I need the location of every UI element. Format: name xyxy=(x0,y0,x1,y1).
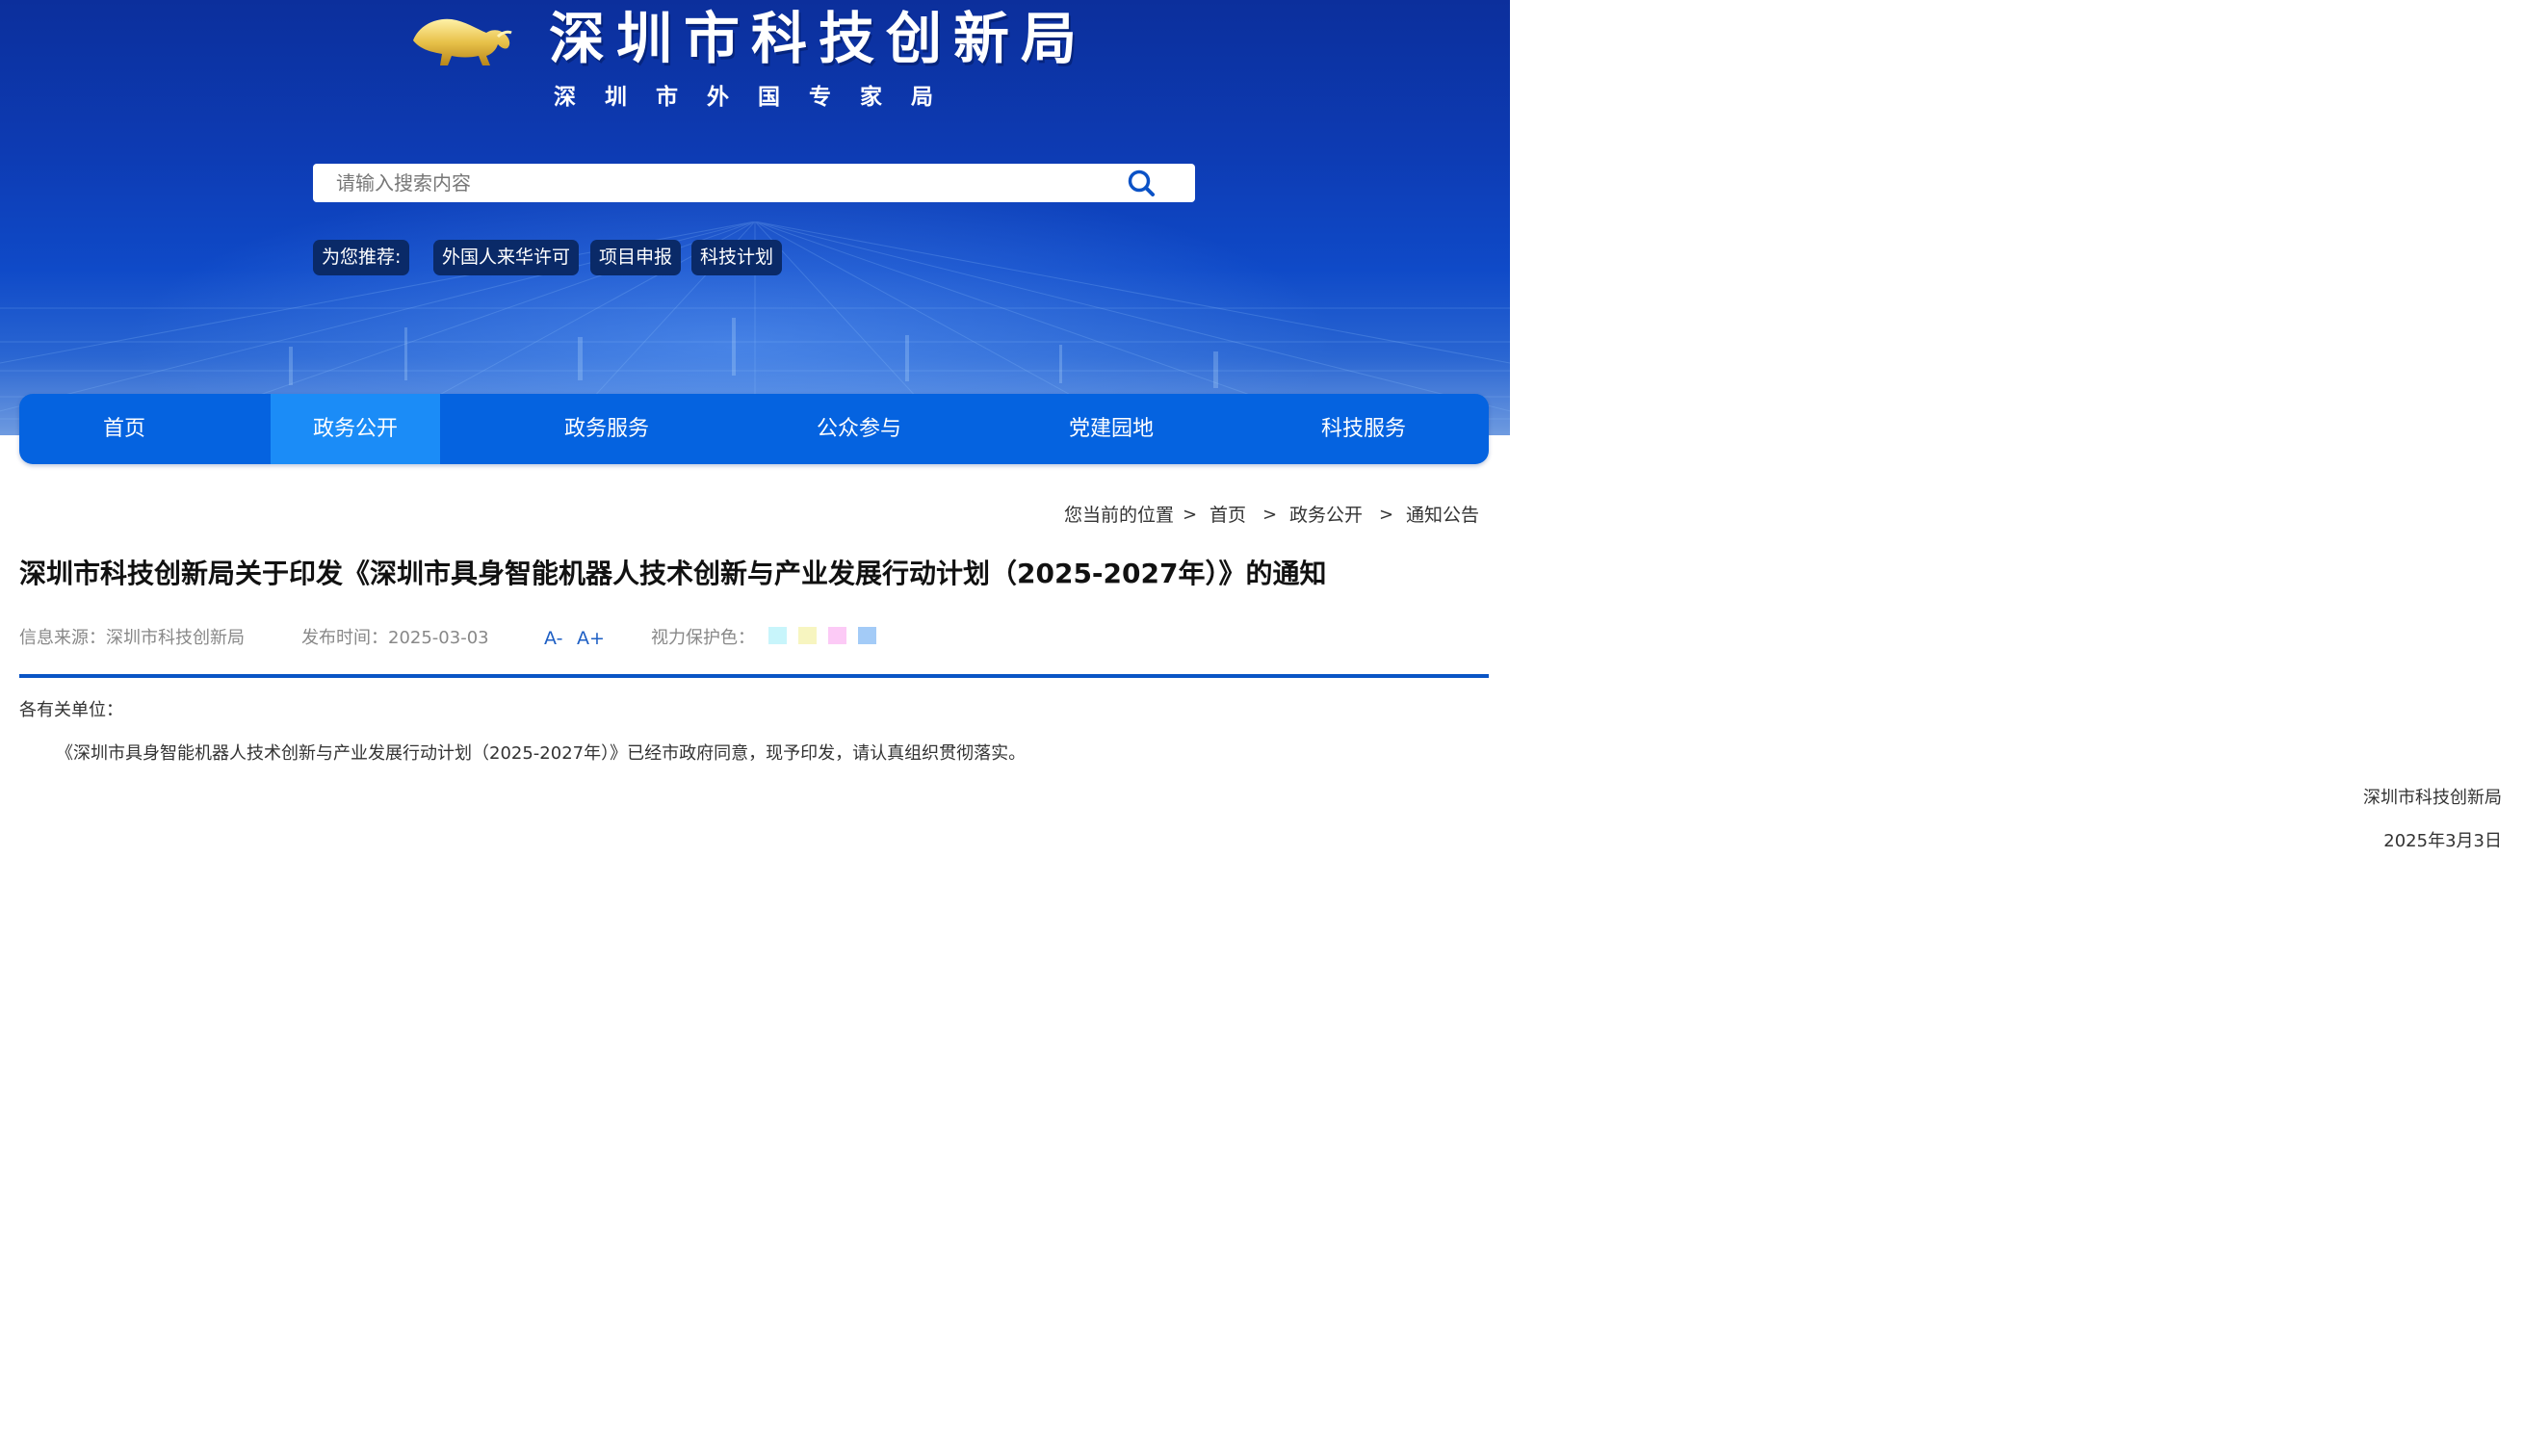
nav-item-public-participation[interactable]: 公众参与 xyxy=(734,394,984,464)
recommend-link-project-application[interactable]: 项目申报 xyxy=(590,240,682,275)
header-banner: 深圳市科技创新局 深圳市外国专家局 为您推荐: 外国人来华许可 项目申报 科技计… xyxy=(0,0,1510,435)
nav-item-party-building[interactable]: 党建园地 xyxy=(986,394,1236,464)
nav-item-tech-services[interactable]: 科技服务 xyxy=(1238,394,1489,464)
eye-care-swatch-blue[interactable] xyxy=(858,627,876,644)
eye-care-swatch-pink[interactable] xyxy=(828,627,846,644)
font-increase-button[interactable]: A+ xyxy=(577,624,605,653)
search-input[interactable] xyxy=(313,164,1122,202)
recommend-link-tech-plan[interactable]: 科技计划 xyxy=(691,240,783,275)
title-divider xyxy=(19,674,1489,678)
recommend-label: 为您推荐: xyxy=(313,240,410,275)
article-title: 深圳市科技创新局关于印发《深圳市具身智能机器人技术创新与产业发展行动计划（202… xyxy=(19,558,1327,589)
eye-care-swatch-cyan[interactable] xyxy=(768,627,787,644)
info-source: 信息来源：深圳市科技创新局 xyxy=(19,628,245,648)
breadcrumb-home[interactable]: 首页 xyxy=(1209,501,1246,530)
breadcrumb-prefix: 您当前的位置 xyxy=(1064,505,1175,526)
nav-item-home[interactable]: 首页 xyxy=(19,394,229,464)
nav-item-government-affairs[interactable]: 政务公开 xyxy=(271,394,440,464)
article-paragraph: 《深圳市具身智能机器人技术创新与产业发展行动计划（2025-2027年）》已经市… xyxy=(56,743,1027,764)
article-signature: 深圳市科技创新局 xyxy=(2363,788,2502,808)
search-icon[interactable] xyxy=(1125,168,1157,198)
main-nav: 首页 政务公开 政务服务 公众参与 党建园地 科技服务 xyxy=(19,394,1489,464)
search-box xyxy=(313,164,1195,202)
article-salutation: 各有关单位： xyxy=(19,700,123,720)
breadcrumb-government-affairs[interactable]: 政务公开 xyxy=(1289,501,1363,530)
eye-care-label: 视力保护色： xyxy=(651,628,755,648)
golden-bull-logo xyxy=(413,18,512,66)
breadcrumb-notices[interactable]: 通知公告 xyxy=(1406,501,1479,530)
font-decrease-button[interactable]: A- xyxy=(544,624,562,653)
article-date: 2025年3月3日 xyxy=(2383,831,2502,851)
nav-item-government-services[interactable]: 政务服务 xyxy=(481,394,732,464)
site-subtitle: 深圳市外国专家局 xyxy=(554,85,962,110)
eye-care-swatch-yellow[interactable] xyxy=(798,627,817,644)
breadcrumb-separator: > xyxy=(1262,505,1278,525)
recommend-link-foreigner-permit[interactable]: 外国人来华许可 xyxy=(433,240,580,275)
site-title: 深圳市科技创新局 xyxy=(549,6,1089,71)
breadcrumb-separator: > xyxy=(1183,505,1198,525)
breadcrumb-separator: > xyxy=(1379,505,1394,525)
publish-time: 发布时间：2025-03-03 xyxy=(301,628,489,648)
